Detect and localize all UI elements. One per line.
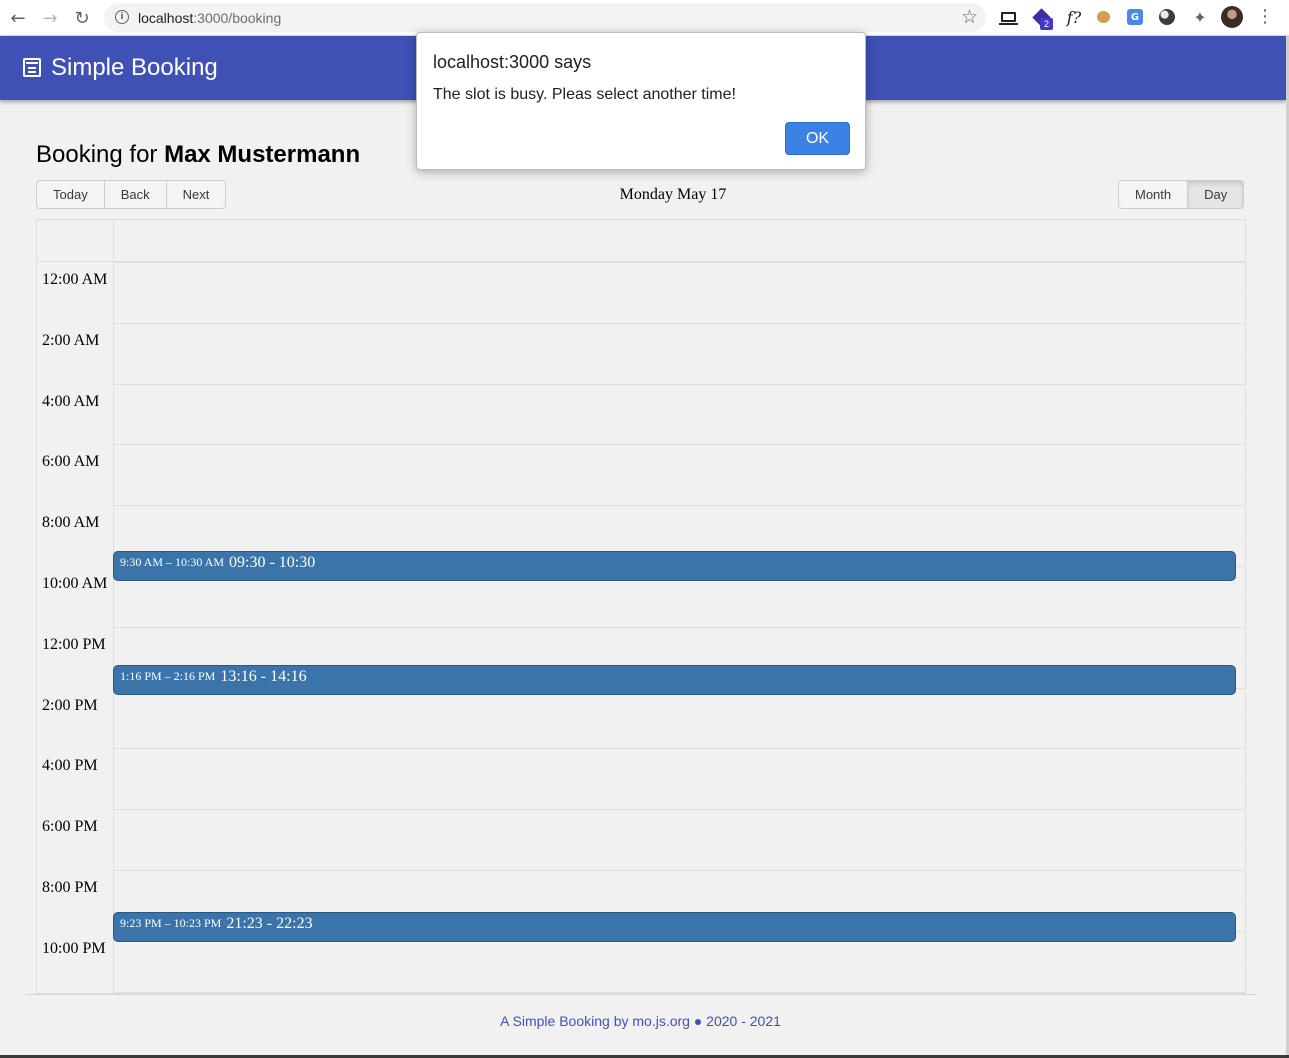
function-extension-icon[interactable]: f? xyxy=(1062,6,1086,28)
dialog-title: localhost:3000 says xyxy=(433,52,592,72)
translate-icon[interactable]: G xyxy=(1124,6,1146,28)
dialog-message: The slot is busy. Pleas select another t… xyxy=(433,86,736,103)
time-label: 2:00 PM xyxy=(42,696,98,714)
url-text[interactable]: localhost:3000/booking xyxy=(138,10,281,26)
laptop-icon[interactable] xyxy=(997,6,1019,28)
day-view-button[interactable]: Day xyxy=(1188,180,1245,209)
time-slot-line xyxy=(113,991,1245,993)
event-title: 21:23 - 22:23 xyxy=(226,914,313,932)
current-date-label: Monday May 17 xyxy=(619,186,727,203)
time-label: 10:00 PM xyxy=(42,939,106,957)
time-slot-line xyxy=(113,262,1245,263)
footer-divider xyxy=(25,994,1257,995)
time-slot-line xyxy=(113,748,1245,750)
kebab-menu-icon[interactable]: ⋮ xyxy=(1256,6,1274,28)
footer-text[interactable]: A Simple Booking by mo.js.org ● 2020 - 2… xyxy=(0,1013,1281,1029)
bookmark-star-icon[interactable]: ☆ xyxy=(961,6,978,28)
app-title[interactable]: Simple Booking xyxy=(51,54,218,82)
extension-badge: 2 xyxy=(1040,18,1053,30)
time-slot-line xyxy=(113,444,1245,446)
globe-extension-icon[interactable] xyxy=(1156,6,1178,28)
info-icon[interactable]: i xyxy=(115,10,129,24)
calendar-icon xyxy=(23,58,41,77)
navigation-button-group: Today Back Next xyxy=(36,180,227,209)
time-label: 4:00 AM xyxy=(42,392,100,410)
time-label: 10:00 AM xyxy=(42,575,108,592)
back-button[interactable]: Back xyxy=(104,180,167,209)
time-slot-line xyxy=(113,900,1245,902)
address-bar[interactable]: i localhost:3000/booking ☆ xyxy=(104,3,986,32)
puzzle-extensions-icon[interactable]: ✦ xyxy=(1189,6,1211,28)
time-slot-line xyxy=(113,383,1245,385)
event-time: 9:23 PM – 10:23 PM xyxy=(120,915,222,930)
time-slot-line xyxy=(113,839,1245,841)
time-slot-line xyxy=(113,414,1245,415)
customer-name: Max Mustermann xyxy=(164,141,361,168)
calendar-event[interactable]: 9:23 PM – 10:23 PM 21:23 - 22:23 xyxy=(113,911,1236,942)
time-slot-line xyxy=(113,657,1245,659)
event-title: 13:16 - 14:16 xyxy=(220,668,307,686)
time-gutter-divider xyxy=(113,220,114,993)
cookie-extension-icon[interactable] xyxy=(1092,6,1114,28)
time-label: 12:00 AM xyxy=(42,271,108,288)
time-slot-line xyxy=(113,535,1245,537)
calendar-event[interactable]: 9:30 AM – 10:30 AM 09:30 - 10:30 xyxy=(113,550,1236,581)
ok-button[interactable]: OK xyxy=(785,122,850,155)
back-arrow-icon[interactable]: ← xyxy=(6,6,30,30)
time-label: 8:00 PM xyxy=(42,879,98,896)
time-slot-line xyxy=(113,718,1245,719)
event-title: 09:30 - 10:30 xyxy=(229,553,316,571)
time-slot-line xyxy=(113,870,1245,871)
time-label: 6:00 AM xyxy=(42,453,100,471)
time-slot-line xyxy=(113,474,1245,476)
time-label: 2:00 AM xyxy=(42,331,100,349)
forward-arrow-icon[interactable]: → xyxy=(38,6,62,30)
day-calendar[interactable]: 12:00 AM 2:00 AM 4:00 AM 6:00 AM 8:00 AM 10:0… xyxy=(36,219,1246,994)
time-slot-line xyxy=(113,322,1245,324)
time-label: 12:00 PM xyxy=(42,635,106,653)
time-slot-line xyxy=(113,353,1245,355)
reload-icon[interactable]: ↻ xyxy=(70,6,94,30)
time-slot-line xyxy=(113,292,1245,294)
time-slot-line xyxy=(113,778,1245,780)
time-label: 6:00 PM xyxy=(42,818,98,836)
view-button-group: Month Day xyxy=(1118,180,1245,209)
time-slot-line xyxy=(113,961,1245,963)
browser-toolbar: ← → ↻ i localhost:3000/booking ☆ 2 f? G … xyxy=(0,0,1289,36)
time-slot-line xyxy=(113,505,1245,507)
next-button[interactable]: Next xyxy=(166,180,227,209)
time-label: 4:00 PM xyxy=(42,757,98,775)
today-button[interactable]: Today xyxy=(36,180,105,209)
calendar-event[interactable]: 1:16 PM – 2:16 PM 13:16 - 14:16 xyxy=(113,665,1236,696)
month-view-button[interactable]: Month xyxy=(1118,180,1189,209)
alert-dialog: localhost:3000 says The slot is busy. Pl… xyxy=(416,32,866,170)
event-time: 9:30 AM – 10:30 AM xyxy=(120,554,225,569)
time-label: 8:00 AM xyxy=(42,514,100,532)
time-slot-line xyxy=(113,596,1245,598)
time-slot-line xyxy=(113,809,1245,811)
page-title: Booking for Max Mustermann xyxy=(36,141,361,168)
profile-avatar[interactable] xyxy=(1221,6,1243,28)
time-slot-line xyxy=(113,626,1245,628)
event-time: 1:16 PM – 2:16 PM xyxy=(120,669,216,684)
